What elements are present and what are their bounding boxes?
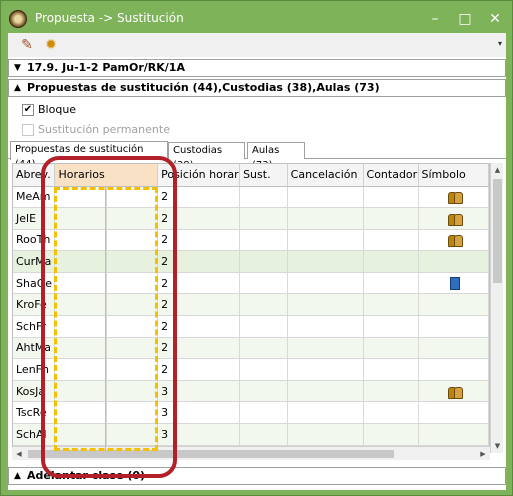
- contador-cell[interactable]: [363, 293, 419, 317]
- contador-cell[interactable]: [363, 186, 419, 209]
- simbolo-cell[interactable]: [418, 380, 489, 403]
- simbolo-cell[interactable]: [418, 272, 489, 295]
- group-icon: [447, 386, 463, 399]
- cancelacion-cell[interactable]: [287, 337, 364, 360]
- col-cancelacion[interactable]: Cancelación: [287, 164, 364, 187]
- settings-icon[interactable]: ✹: [42, 36, 60, 54]
- minimize-button[interactable]: –: [422, 7, 448, 31]
- permanente-checkbox: [22, 124, 34, 136]
- simbolo-cell[interactable]: [418, 358, 489, 381]
- expand-icon[interactable]: ▲: [14, 468, 21, 484]
- contador-cell[interactable]: [363, 380, 419, 403]
- simbolo-cell[interactable]: [418, 401, 489, 425]
- sust-cell[interactable]: [239, 423, 288, 446]
- collapse-icon[interactable]: ▲: [14, 80, 21, 96]
- simbolo-cell[interactable]: [418, 186, 489, 209]
- scroll-up-icon[interactable]: ▲: [491, 163, 504, 177]
- close-button[interactable]: ✕: [482, 7, 508, 31]
- contador-cell[interactable]: [363, 229, 419, 252]
- sust-cell[interactable]: [239, 401, 288, 425]
- application-window: Propuesta -> Sustitución – □ ✕ ✎ ✹ ▾ ▼ 1…: [0, 0, 513, 496]
- simbolo-cell[interactable]: [418, 293, 489, 317]
- scroll-down-icon[interactable]: ▼: [491, 439, 504, 453]
- contador-cell[interactable]: [363, 207, 419, 230]
- cancelacion-cell[interactable]: [287, 315, 364, 338]
- permanente-label: Sustitución permanente: [38, 123, 170, 136]
- book-icon: [449, 276, 460, 290]
- cancelacion-cell[interactable]: [287, 293, 364, 317]
- window-title: Propuesta -> Sustitución: [35, 11, 184, 25]
- contador-cell[interactable]: [363, 358, 419, 381]
- permanente-option: Sustitución permanente: [22, 122, 170, 138]
- sust-cell[interactable]: [239, 293, 288, 317]
- tab-custodias[interactable]: Custodias (38): [168, 142, 245, 171]
- bloque-option[interactable]: ✔ Bloque: [22, 102, 76, 118]
- tab-aulas[interactable]: Aulas (73): [247, 142, 305, 171]
- title-bar: Propuesta -> Sustitución – □ ✕: [1, 1, 512, 37]
- bloque-checkbox[interactable]: ✔: [22, 104, 34, 116]
- scroll-left-icon[interactable]: ◀: [12, 447, 26, 461]
- col-sust[interactable]: Sust.: [239, 164, 288, 187]
- simbolo-cell[interactable]: [418, 207, 489, 230]
- sust-cell[interactable]: [239, 250, 288, 273]
- contador-cell[interactable]: [363, 401, 419, 425]
- proposals-section-label: Propuestas de sustitución (44),Custodias…: [27, 81, 380, 94]
- group-icon: [447, 235, 463, 248]
- bloque-label: Bloque: [38, 103, 77, 116]
- toolbar-dropdown-icon[interactable]: ▾: [498, 39, 502, 48]
- group-icon: [447, 192, 463, 205]
- contador-cell[interactable]: [363, 250, 419, 273]
- vertical-scrollbar[interactable]: ▲ ▼: [490, 163, 503, 453]
- sust-cell[interactable]: [239, 207, 288, 230]
- simbolo-cell[interactable]: [418, 229, 489, 252]
- contador-cell[interactable]: [363, 423, 419, 446]
- cancelacion-cell[interactable]: [287, 380, 364, 403]
- simbolo-cell[interactable]: [418, 337, 489, 360]
- edit-icon[interactable]: ✎: [18, 36, 36, 54]
- sust-cell[interactable]: [239, 358, 288, 381]
- col-contador[interactable]: Contador: [363, 164, 419, 187]
- vertical-scroll-thumb[interactable]: [493, 179, 502, 283]
- toolbar: ✎ ✹ ▾: [8, 33, 506, 57]
- simbolo-cell[interactable]: [418, 315, 489, 338]
- scroll-right-icon[interactable]: ▶: [476, 447, 490, 461]
- cancelacion-cell[interactable]: [287, 358, 364, 381]
- app-icon: [9, 10, 27, 28]
- sust-cell[interactable]: [239, 229, 288, 252]
- lesson-header-section[interactable]: ▼ 17.9. Ju-1-2 PamOr/RK/1A: [8, 59, 506, 77]
- sust-cell[interactable]: [239, 272, 288, 295]
- cancelacion-cell[interactable]: [287, 272, 364, 295]
- cancelacion-cell[interactable]: [287, 186, 364, 209]
- contador-cell[interactable]: [363, 272, 419, 295]
- simbolo-cell[interactable]: [418, 423, 489, 446]
- contador-cell[interactable]: [363, 315, 419, 338]
- group-icon: [447, 213, 463, 226]
- cancelacion-cell[interactable]: [287, 250, 364, 273]
- sust-cell[interactable]: [239, 337, 288, 360]
- cancelacion-cell[interactable]: [287, 401, 364, 425]
- collapse-icon[interactable]: ▼: [14, 60, 21, 76]
- horarios-callout-outline: [41, 156, 177, 478]
- lesson-header-label: 17.9. Ju-1-2 PamOr/RK/1A: [27, 61, 185, 74]
- cancelacion-cell[interactable]: [287, 423, 364, 446]
- cancelacion-cell[interactable]: [287, 207, 364, 230]
- maximize-button[interactable]: □: [452, 7, 478, 31]
- simbolo-cell[interactable]: [418, 250, 489, 273]
- col-simbolo[interactable]: Símbolo: [418, 164, 489, 187]
- sust-cell[interactable]: [239, 186, 288, 209]
- sust-cell[interactable]: [239, 380, 288, 403]
- contador-cell[interactable]: [363, 337, 419, 360]
- sust-cell[interactable]: [239, 315, 288, 338]
- proposals-section[interactable]: ▲ Propuestas de sustitución (44),Custodi…: [8, 79, 506, 97]
- cancelacion-cell[interactable]: [287, 229, 364, 252]
